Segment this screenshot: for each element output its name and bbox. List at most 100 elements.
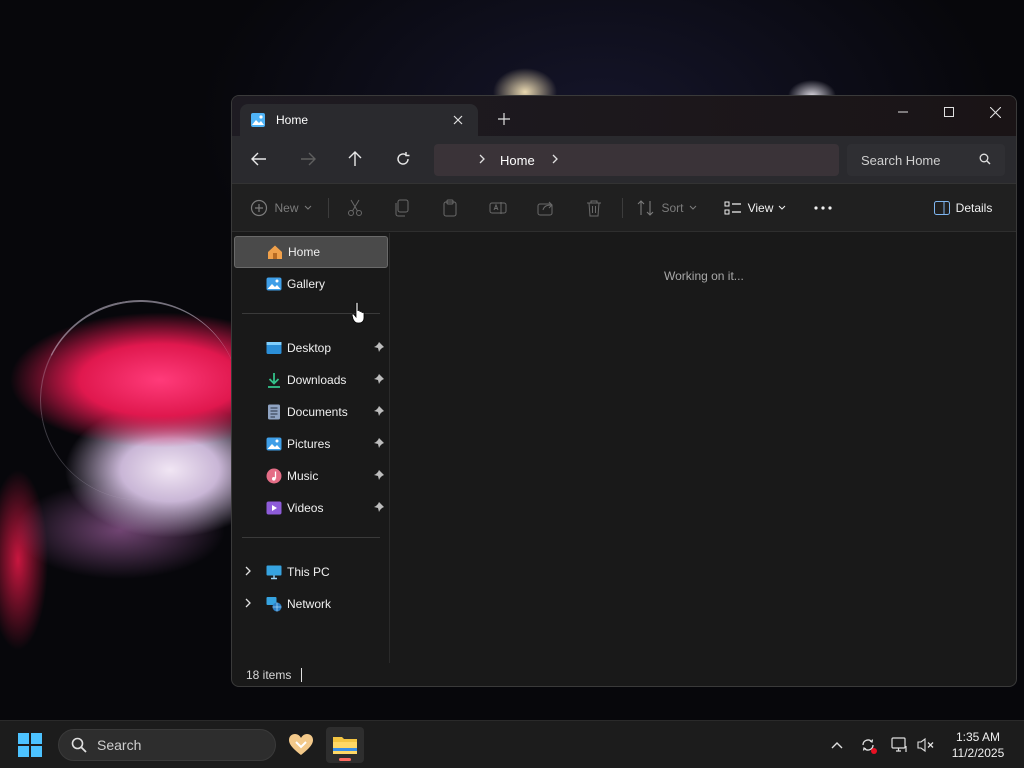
system-clock[interactable]: 1:35 AM 11/2/2025 [940, 729, 1016, 761]
taskbar-app-file-explorer[interactable] [326, 727, 364, 763]
chevron-right-icon[interactable] [244, 565, 252, 579]
refresh-button[interactable] [387, 144, 419, 174]
windows-logo-icon [18, 733, 42, 757]
hand-cursor-icon [351, 301, 366, 327]
pin-icon[interactable] [374, 469, 384, 483]
this-pc-icon [266, 564, 282, 580]
breadcrumb-home[interactable]: Home [500, 153, 535, 168]
more-options-button[interactable] [808, 192, 838, 224]
music-icon [266, 468, 282, 484]
show-hidden-icons-button[interactable] [825, 733, 849, 757]
address-bar[interactable]: Home [434, 144, 839, 176]
tab-title: Home [276, 113, 309, 127]
volume-button[interactable] [914, 733, 938, 757]
view-list-icon [724, 201, 741, 215]
item-count: 18 items [246, 668, 292, 682]
tab-close-icon[interactable] [444, 108, 472, 132]
sidebar-item-downloads[interactable]: Downloads [234, 364, 388, 396]
sidebar-item-music[interactable]: Music [234, 460, 388, 492]
chevron-right-icon[interactable] [244, 597, 252, 611]
new-plus-circle-icon [251, 199, 268, 217]
forward-button[interactable] [292, 144, 324, 174]
sidebar-item-pictures[interactable]: Pictures [234, 428, 388, 460]
clock-time: 1:35 AM [955, 730, 1001, 744]
taskbar-search[interactable]: Search [58, 729, 276, 761]
sort-icon [638, 200, 654, 216]
pin-icon[interactable] [374, 373, 384, 387]
plus-icon [498, 113, 510, 125]
share-button[interactable] [531, 192, 561, 224]
chevron-down-icon [779, 205, 786, 210]
sidebar-item-videos[interactable]: Videos [234, 492, 388, 524]
search-icon [71, 737, 87, 753]
sort-button[interactable]: Sort [634, 192, 700, 224]
chevron-right-icon[interactable] [478, 153, 486, 167]
minimize-button[interactable] [880, 96, 926, 128]
sidebar-item-desktop[interactable]: Desktop [234, 332, 388, 364]
file-explorer-icon [333, 737, 357, 754]
new-button[interactable]: New [246, 192, 316, 224]
more-dots-icon [814, 206, 832, 210]
rename-icon [489, 202, 507, 214]
chevron-down-icon [304, 205, 311, 210]
minimize-icon [898, 111, 908, 113]
pin-icon[interactable] [374, 405, 384, 419]
paste-icon [443, 199, 457, 217]
sync-status-button[interactable] [856, 733, 880, 757]
details-pane-button[interactable]: Details [930, 192, 996, 224]
copy-icon [395, 199, 409, 217]
up-arrow-icon [348, 151, 362, 166]
start-button[interactable] [18, 733, 42, 757]
downloads-icon [266, 372, 282, 388]
toolbar-separator [622, 198, 623, 218]
sidebar-item-gallery[interactable]: Gallery [234, 268, 388, 300]
search-box[interactable] [847, 144, 1005, 176]
pin-icon[interactable] [374, 501, 384, 515]
maximize-button[interactable] [926, 96, 972, 128]
sidebar-item-label: Music [287, 469, 319, 483]
new-tab-button[interactable] [490, 106, 518, 132]
status-separator [301, 668, 303, 682]
search-icon [979, 153, 991, 168]
sidebar-divider [242, 537, 380, 538]
taskbar-app-heart[interactable] [282, 727, 320, 763]
sidebar-item-documents[interactable]: Documents [234, 396, 388, 428]
network-status-button[interactable] [888, 733, 912, 757]
heart-app-icon [289, 734, 313, 755]
close-icon [989, 106, 1001, 118]
rename-button[interactable] [483, 192, 513, 224]
sidebar-item-this-pc[interactable]: This PC [234, 556, 388, 588]
navigation-bar: Home [232, 136, 1016, 184]
pin-icon[interactable] [374, 341, 384, 355]
up-button[interactable] [339, 144, 371, 174]
active-app-indicator [339, 758, 351, 761]
videos-icon [266, 500, 282, 516]
refresh-icon [397, 152, 410, 165]
sort-label: Sort [661, 201, 684, 215]
command-bar: New Sort View Details [232, 184, 1016, 232]
sidebar-item-label: Home [288, 245, 321, 259]
sidebar-item-network[interactable]: Network [234, 588, 388, 620]
desktop-folder-icon [266, 340, 282, 356]
delete-button[interactable] [579, 192, 609, 224]
maximize-icon [944, 107, 954, 117]
clock-date: 11/2/2025 [951, 746, 1005, 760]
close-button[interactable] [972, 96, 1016, 128]
taskbar-search-label: Search [97, 737, 142, 753]
back-arrow-icon [251, 152, 266, 166]
details-pane-icon [933, 201, 950, 215]
pin-icon[interactable] [374, 437, 384, 451]
chevron-up-icon [831, 742, 843, 749]
cut-button[interactable] [340, 192, 370, 224]
title-bar: Home [232, 96, 1016, 136]
tab-home[interactable]: Home [240, 104, 478, 136]
file-list-area[interactable]: Working on it... [390, 233, 1016, 663]
copy-button[interactable] [387, 192, 417, 224]
search-input[interactable] [861, 152, 971, 168]
view-button[interactable]: View [720, 192, 790, 224]
sidebar-item-home[interactable]: Home [234, 236, 388, 268]
chevron-right-icon[interactable] [551, 153, 559, 167]
sidebar-item-label: Documents [287, 405, 348, 419]
paste-button[interactable] [435, 192, 465, 224]
back-button[interactable] [243, 144, 275, 174]
